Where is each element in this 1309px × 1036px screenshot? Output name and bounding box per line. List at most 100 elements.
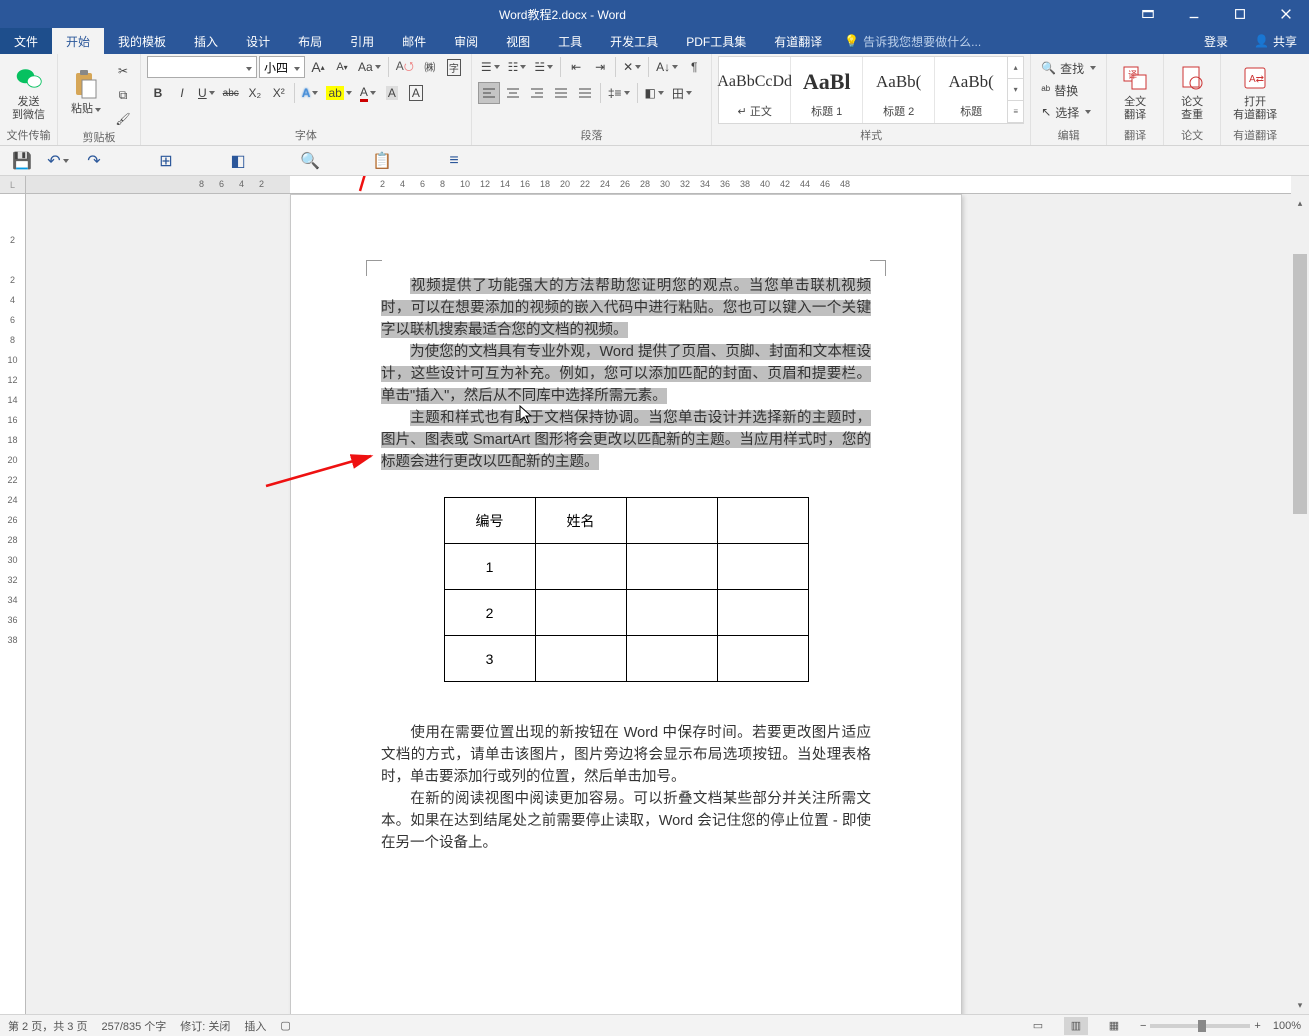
align-justify-button[interactable] [550, 82, 572, 104]
font-size-combo[interactable]: 小四 [259, 56, 305, 78]
borders-button[interactable]: 田 [669, 82, 695, 104]
text-effects-button[interactable]: A [299, 82, 322, 104]
line-spacing-button[interactable]: ‡≡ [605, 82, 633, 104]
strikethrough-button[interactable]: abc [220, 82, 242, 104]
subscript-button[interactable]: X₂ [244, 82, 266, 104]
full-translate-button[interactable]: 译 全文翻译 [1113, 56, 1157, 128]
tab-mail[interactable]: 邮件 [388, 28, 440, 54]
tab-youdao[interactable]: 有道翻译 [760, 28, 836, 54]
tab-design[interactable]: 设计 [232, 28, 284, 54]
zoom-slider[interactable] [1150, 1024, 1250, 1028]
gallery-up-button[interactable]: ▴ [1008, 57, 1023, 79]
share-button[interactable]: 👤 共享 [1242, 28, 1309, 54]
zoom-out-button[interactable]: − [1140, 1020, 1146, 1032]
grow-font-button[interactable]: A▴ [307, 56, 329, 78]
select-button[interactable]: ↖选择 [1037, 102, 1100, 122]
scroll-up-button[interactable]: ▴ [1291, 194, 1309, 212]
paste-button[interactable]: 粘贴 [64, 56, 108, 128]
close-button[interactable] [1263, 0, 1309, 28]
web-layout-button[interactable]: ▦ [1102, 1017, 1126, 1035]
numbering-button[interactable]: ☷ [505, 56, 530, 78]
save-button[interactable]: 💾 [12, 151, 32, 171]
undo-button[interactable]: ↶ [48, 151, 68, 171]
change-case-button[interactable]: Aa [355, 56, 384, 78]
print-layout-button[interactable]: ▥ [1064, 1017, 1088, 1035]
tab-home[interactable]: 开始 [52, 28, 104, 54]
show-marks-button[interactable]: ¶ [683, 56, 705, 78]
tab-file[interactable]: 文件 [0, 28, 52, 54]
maximize-button[interactable] [1217, 0, 1263, 28]
tell-me[interactable]: 💡 告诉我您想要做什么... [836, 28, 989, 54]
cut-button[interactable]: ✂ [112, 60, 134, 82]
track-changes-status[interactable]: 修订: 关闭 [180, 1018, 230, 1034]
open-youdao-button[interactable]: A⇄ 打开有道翻译 [1227, 56, 1283, 128]
zoom-control[interactable]: − + 100% [1140, 1020, 1301, 1032]
tab-insert[interactable]: 插入 [180, 28, 232, 54]
char-border-button[interactable]: A [405, 82, 427, 104]
zoom-percent[interactable]: 100% [1273, 1020, 1301, 1032]
tab-tools[interactable]: 工具 [544, 28, 596, 54]
scroll-down-button[interactable]: ▾ [1291, 996, 1309, 1014]
superscript-button[interactable]: X² [268, 82, 290, 104]
tab-mytemplates[interactable]: 我的模板 [104, 28, 180, 54]
bullets-button[interactable]: ☰ [478, 56, 503, 78]
vertical-scrollbar[interactable]: ▴ ▾ [1291, 194, 1309, 1014]
page-indicator[interactable]: 第 2 页，共 3 页 [8, 1018, 87, 1034]
document-table[interactable]: 编号 姓名 1 2 3 [444, 497, 809, 682]
style-gallery[interactable]: AaBbCcDd↵ 正文 AaBl标题 1 AaBb(标题 2 AaBb(标题 … [718, 56, 1024, 124]
table-cell[interactable] [626, 498, 717, 544]
redo-button[interactable]: ↷ [84, 151, 104, 171]
enclose-char-button[interactable]: 字 [443, 56, 465, 78]
gallery-down-button[interactable]: ▾ [1008, 79, 1023, 101]
shrink-font-button[interactable]: A▾ [331, 56, 353, 78]
table-cell[interactable] [717, 498, 808, 544]
increase-indent-button[interactable]: ⇥ [589, 56, 611, 78]
minimize-button[interactable] [1171, 0, 1217, 28]
underline-button[interactable]: U [195, 82, 218, 104]
tab-layout[interactable]: 布局 [284, 28, 336, 54]
zoom-in-button[interactable]: + [1254, 1020, 1260, 1032]
horizontal-ruler[interactable]: 8 6 4 2 24681012141618202224262830323436… [26, 176, 1291, 194]
tab-review[interactable]: 审阅 [440, 28, 492, 54]
highlight-button[interactable]: ab [323, 82, 354, 104]
tab-view[interactable]: 视图 [492, 28, 544, 54]
macro-record-icon[interactable]: ▢ [280, 1019, 290, 1032]
qat-btn-1[interactable]: ⊞ [156, 151, 176, 171]
copy-button[interactable]: ⧉ [112, 84, 134, 106]
multilevel-button[interactable]: ☱ [531, 56, 556, 78]
send-to-wechat-button[interactable]: 发送到微信 [6, 56, 51, 128]
word-count[interactable]: 257/835 个字 [101, 1018, 166, 1034]
paper-check-button[interactable]: 论文查重 [1170, 56, 1214, 128]
table-cell[interactable]: 编号 [444, 498, 535, 544]
align-right-button[interactable] [526, 82, 548, 104]
read-mode-button[interactable]: ▭ [1026, 1017, 1050, 1035]
scroll-thumb[interactable] [1293, 254, 1307, 514]
insert-mode[interactable]: 插入 [244, 1018, 266, 1034]
italic-button[interactable]: I [171, 82, 193, 104]
gallery-more-button[interactable]: ≡ [1008, 101, 1023, 123]
vertical-ruler[interactable]: 22468101214161820222426283032343638 [0, 194, 26, 1014]
style-heading2[interactable]: AaBb(标题 2 [863, 57, 935, 123]
login-button[interactable]: 登录 [1190, 28, 1242, 54]
tab-references[interactable]: 引用 [336, 28, 388, 54]
style-normal[interactable]: AaBbCcDd↵ 正文 [719, 57, 791, 123]
ribbon-display-options-button[interactable] [1125, 0, 1171, 28]
format-painter-button[interactable]: 🖌 [112, 108, 134, 130]
replace-button[interactable]: ᵃᵇ替换 [1037, 80, 1100, 100]
document-page[interactable]: 视频提供了功能强大的方法帮助您证明您的观点。当您单击联机视频时，可以在想要添加的… [290, 194, 962, 1014]
tab-dev[interactable]: 开发工具 [596, 28, 672, 54]
font-color-button[interactable]: A [357, 82, 379, 104]
qat-btn-3[interactable]: 🔍 [300, 151, 320, 171]
pinyin-guide-button[interactable]: ㈱ [419, 56, 441, 78]
sort-button[interactable]: A↓ [653, 56, 681, 78]
shading-button[interactable]: ◧ [642, 82, 667, 104]
table-cell[interactable]: 姓名 [535, 498, 626, 544]
tab-pdf[interactable]: PDF工具集 [672, 28, 760, 54]
asian-layout-button[interactable]: ✕ [620, 56, 644, 78]
style-title[interactable]: AaBb(标题 [935, 57, 1007, 123]
align-center-button[interactable] [502, 82, 524, 104]
qat-btn-5[interactable]: ≡ [444, 151, 464, 171]
qat-btn-2[interactable]: ◧ [228, 151, 248, 171]
decrease-indent-button[interactable]: ⇤ [565, 56, 587, 78]
style-heading1[interactable]: AaBl标题 1 [791, 57, 863, 123]
